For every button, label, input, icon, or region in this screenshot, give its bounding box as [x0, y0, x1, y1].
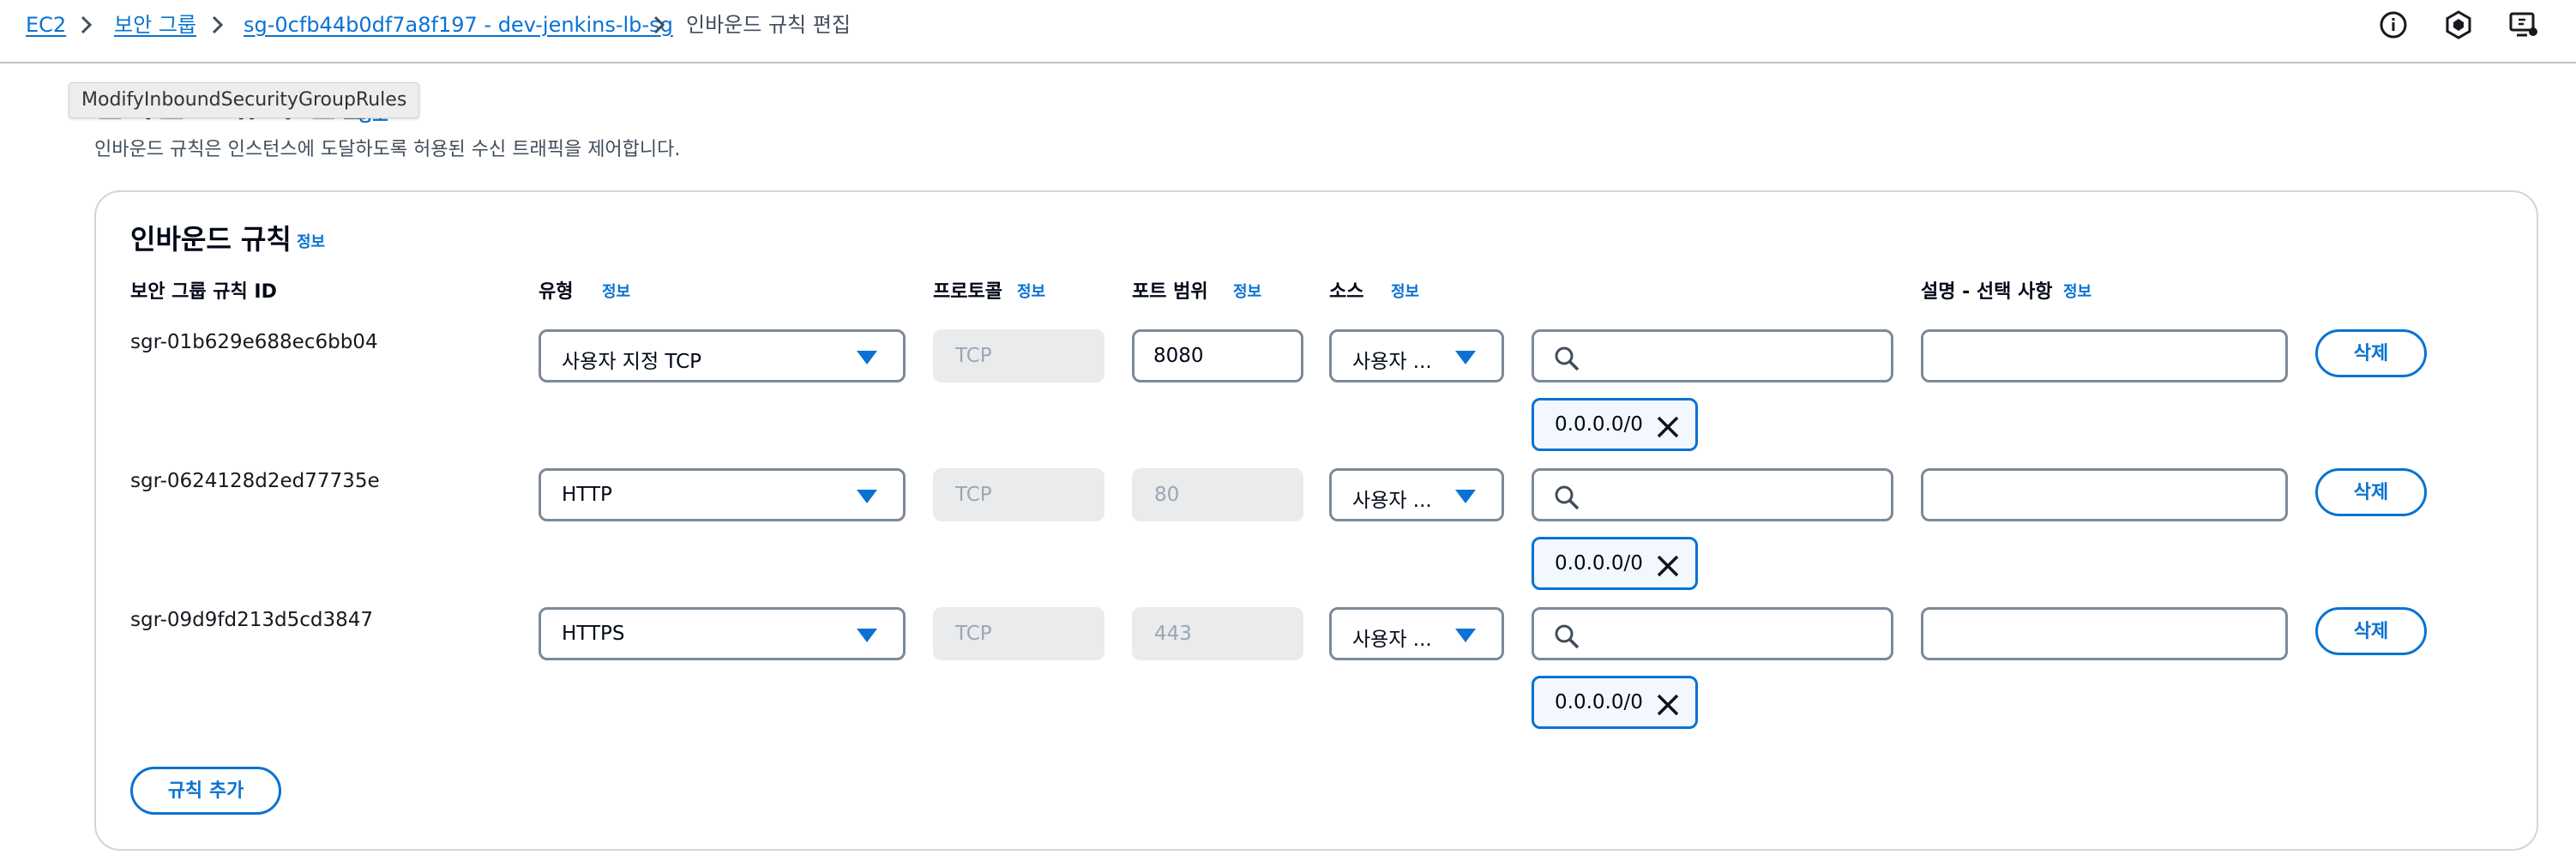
top-bar: EC2 보안 그룹 sg-0cfb44b0df7a8f197 - dev-jen… [0, 0, 2576, 63]
add-rule-button[interactable]: 규칙 추가 [130, 767, 281, 815]
cidr-token-value: 0.0.0.0/0 [1555, 552, 1643, 575]
protocol-field: TCP [933, 468, 1104, 521]
protocol-field: TCP [933, 329, 1104, 382]
caret-down-icon [1455, 351, 1476, 364]
caret-down-icon [1455, 629, 1476, 642]
port-range-field: 80 [1132, 468, 1303, 521]
delete-button[interactable]: 삭제 [2315, 329, 2427, 377]
panel-info-link[interactable]: 정보 [297, 230, 325, 252]
description-info-link[interactable]: 정보 [2063, 280, 2091, 302]
source-select-value: 사용자 ... [1352, 629, 1432, 651]
cidr-token: 0.0.0.0/0 [1532, 676, 1698, 729]
source-info-link[interactable]: 정보 [1391, 280, 1419, 302]
chevron-right-icon [212, 15, 224, 34]
search-icon [1555, 346, 1580, 371]
settings-hex-icon[interactable] [2443, 9, 2474, 40]
delete-button[interactable]: 삭제 [2315, 468, 2427, 516]
breadcrumb-security-groups[interactable]: 보안 그룹 [114, 10, 196, 39]
description-input[interactable] [1921, 607, 2288, 660]
caret-down-icon [857, 629, 877, 642]
cidr-token-value: 0.0.0.0/0 [1555, 691, 1643, 713]
port-range-field: 443 [1132, 607, 1303, 660]
delete-button[interactable]: 삭제 [2315, 607, 2427, 655]
source-select[interactable]: 사용자 ... [1329, 468, 1504, 521]
rule-id: sgr-09d9fd213d5cd3847 [130, 609, 373, 631]
type-info-link[interactable]: 정보 [602, 280, 630, 302]
type-select[interactable]: HTTP [539, 468, 906, 521]
cidr-token: 0.0.0.0/0 [1532, 537, 1698, 590]
type-select[interactable]: HTTPS [539, 607, 906, 660]
protocol-value: TCP [955, 623, 992, 645]
chevron-right-icon [653, 15, 665, 34]
cidr-search-input[interactable] [1591, 617, 1851, 653]
type-select-value: HTTP [562, 484, 612, 506]
cidr-search-input[interactable] [1591, 339, 1851, 375]
col-header-rule-id: 보안 그룹 규칙 ID [130, 281, 277, 303]
search-icon [1555, 485, 1580, 510]
protocol-info-link[interactable]: 정보 [1017, 280, 1045, 302]
close-icon[interactable] [1654, 552, 1682, 580]
description-input[interactable] [1921, 468, 2288, 521]
protocol-value: TCP [955, 484, 992, 506]
info-icon[interactable] [2378, 9, 2409, 40]
cidr-token: 0.0.0.0/0 [1532, 398, 1698, 451]
source-select-value: 사용자 ... [1352, 490, 1432, 512]
caret-down-icon [857, 490, 877, 503]
caret-down-icon [1455, 490, 1476, 503]
protocol-value: TCP [955, 345, 992, 367]
panel-title: 인바운드 규칙 [130, 223, 292, 256]
cidr-token-value: 0.0.0.0/0 [1555, 413, 1643, 436]
rule-id: sgr-0624128d2ed77735e [130, 470, 380, 492]
chevron-right-icon [81, 15, 93, 34]
col-header-protocol: 프로토콜 [933, 281, 1002, 303]
port-range-value: 443 [1154, 623, 1192, 645]
col-header-source: 소스 [1329, 281, 1364, 303]
source-select-value: 사용자 ... [1352, 351, 1432, 373]
source-select[interactable]: 사용자 ... [1329, 607, 1504, 660]
breadcrumb-ec2[interactable]: EC2 [26, 10, 66, 39]
type-select-value: HTTPS [562, 623, 625, 645]
breadcrumb-security-group[interactable]: sg-0cfb44b0df7a8f197 - dev-jenkins-lb-sg [244, 10, 673, 39]
port-range-input[interactable] [1132, 329, 1303, 382]
close-icon[interactable] [1654, 413, 1682, 441]
close-icon[interactable] [1654, 691, 1682, 719]
caret-down-icon [857, 351, 877, 364]
col-header-type: 유형 [539, 281, 574, 303]
col-header-description: 설명 - 선택 사항 [1921, 281, 2053, 303]
cidr-search[interactable] [1532, 329, 1893, 382]
breadcrumb-current: 인바운드 규칙 편집 [686, 13, 851, 37]
cidr-search[interactable] [1532, 468, 1893, 521]
tooltip: ModifyInboundSecurityGroupRules [69, 82, 420, 118]
port-info-link[interactable]: 정보 [1233, 280, 1261, 302]
rule-id: sgr-01b629e688ec6bb04 [130, 331, 378, 353]
description-input[interactable] [1921, 329, 2288, 382]
col-header-port-range: 포트 범위 [1132, 281, 1208, 303]
source-select[interactable]: 사용자 ... [1329, 329, 1504, 382]
page-description: 인바운드 규칙은 인스턴스에 도달하도록 허용된 수신 트래픽을 제어합니다. [94, 139, 681, 160]
feedback-screen-icon[interactable] [2508, 9, 2539, 40]
protocol-field: TCP [933, 607, 1104, 660]
type-select[interactable]: 사용자 지정 TCP [539, 329, 906, 382]
port-range-value: 80 [1154, 484, 1180, 506]
cidr-search[interactable] [1532, 607, 1893, 660]
type-select-value: 사용자 지정 TCP [562, 351, 702, 373]
cidr-search-input[interactable] [1591, 478, 1851, 514]
search-icon [1555, 624, 1580, 649]
